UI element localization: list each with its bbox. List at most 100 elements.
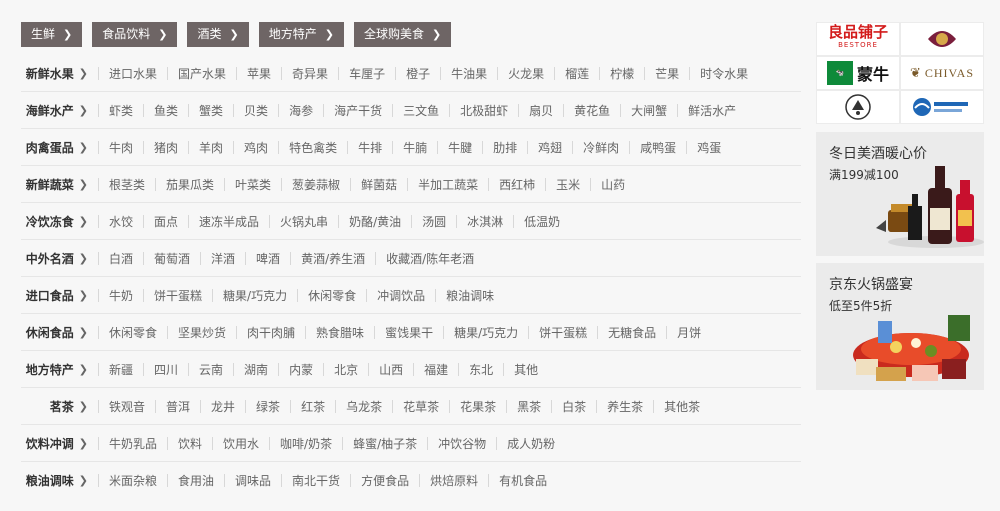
subcategory-link[interactable]: 扇贝 — [529, 102, 553, 119]
subcategory-link[interactable]: 绿茶 — [256, 398, 280, 415]
brand-logo-yanghe[interactable] — [900, 90, 984, 124]
subcategory-link[interactable]: 养生茶 — [607, 398, 643, 415]
subcategory-link[interactable]: 牛肉 — [109, 139, 133, 156]
subcategory-link[interactable]: 贝类 — [244, 102, 268, 119]
subcategory-link[interactable]: 调味品 — [235, 472, 271, 489]
subcategory-link[interactable]: 啤酒 — [256, 250, 280, 267]
subcategory-link[interactable]: 冰淇淋 — [467, 213, 503, 230]
category-row-title[interactable]: 茗茶 ❯ — [21, 398, 88, 415]
subcategory-link[interactable]: 叶菜类 — [235, 176, 271, 193]
promo-wine[interactable]: 冬日美酒暖心价 满199减100 — [816, 132, 984, 256]
subcategory-link[interactable]: 休闲零食 — [109, 324, 157, 341]
subcategory-link[interactable]: 新疆 — [109, 361, 133, 378]
subcategory-link[interactable]: 冲饮谷物 — [438, 435, 486, 452]
subcategory-link[interactable]: 低温奶 — [524, 213, 560, 230]
subcategory-link[interactable]: 其他茶 — [664, 398, 700, 415]
subcategory-link[interactable]: 冲调饮品 — [377, 287, 425, 304]
subcategory-link[interactable]: 东北 — [469, 361, 493, 378]
subcategory-link[interactable]: 苹果 — [247, 65, 271, 82]
subcategory-link[interactable]: 肋排 — [493, 139, 517, 156]
subcategory-link[interactable]: 其他 — [514, 361, 538, 378]
subcategory-link[interactable]: 方便食品 — [361, 472, 409, 489]
subcategory-link[interactable]: 肉干肉脯 — [247, 324, 295, 341]
subcategory-link[interactable]: 火锅丸串 — [280, 213, 328, 230]
subcategory-link[interactable]: 熟食腊味 — [316, 324, 364, 341]
subcategory-link[interactable]: 海参 — [289, 102, 313, 119]
subcategory-link[interactable]: 西红柿 — [499, 176, 535, 193]
subcategory-link[interactable]: 有机食品 — [499, 472, 547, 489]
subcategory-link[interactable]: 饮料 — [178, 435, 202, 452]
brand-logo-mengniu[interactable]: 🐄 蒙牛 — [816, 56, 900, 90]
subcategory-link[interactable]: 洋酒 — [211, 250, 235, 267]
category-row-title[interactable]: 新鲜水果 ❯ — [21, 65, 88, 82]
subcategory-link[interactable]: 奶酪/黄油 — [349, 213, 401, 230]
subcategory-link[interactable]: 茄果瓜类 — [166, 176, 214, 193]
subcategory-link[interactable]: 半加工蔬菜 — [418, 176, 478, 193]
subcategory-link[interactable]: 坚果炒货 — [178, 324, 226, 341]
subcategory-link[interactable]: 奇异果 — [292, 65, 328, 82]
category-row-title[interactable]: 休闲食品 ❯ — [21, 324, 88, 341]
subcategory-link[interactable]: 花草茶 — [403, 398, 439, 415]
brand-logo-liangpin[interactable]: 良品铺子 BESTORE — [816, 22, 900, 56]
subcategory-link[interactable]: 龙井 — [211, 398, 235, 415]
subcategory-link[interactable]: 牛奶 — [109, 287, 133, 304]
subcategory-link[interactable]: 无糖食品 — [608, 324, 656, 341]
subcategory-link[interactable]: 榴莲 — [565, 65, 589, 82]
subcategory-link[interactable]: 鲜菌菇 — [361, 176, 397, 193]
subcategory-link[interactable]: 橙子 — [406, 65, 430, 82]
subcategory-link[interactable]: 蜜饯果干 — [385, 324, 433, 341]
subcategory-link[interactable]: 牛排 — [358, 139, 382, 156]
category-row-title[interactable]: 粮油调味 ❯ — [21, 472, 88, 489]
subcategory-link[interactable]: 车厘子 — [349, 65, 385, 82]
subcategory-link[interactable]: 鲜活水产 — [688, 102, 736, 119]
subcategory-link[interactable]: 特色禽类 — [289, 139, 337, 156]
brand-logo-chivas[interactable]: ❦ CHIVAS — [900, 56, 984, 90]
subcategory-link[interactable]: 蟹类 — [199, 102, 223, 119]
subcategory-link[interactable]: 水饺 — [109, 213, 133, 230]
subcategory-link[interactable]: 柠檬 — [610, 65, 634, 82]
subcategory-link[interactable]: 鸡翅 — [538, 139, 562, 156]
subcategory-link[interactable]: 根茎类 — [109, 176, 145, 193]
subcategory-link[interactable]: 糖果/巧克力 — [454, 324, 518, 341]
subcategory-link[interactable]: 花果茶 — [460, 398, 496, 415]
category-tag[interactable]: 地方特产 ❯ — [258, 22, 344, 47]
subcategory-link[interactable]: 乌龙茶 — [346, 398, 382, 415]
subcategory-link[interactable]: 北极甜虾 — [460, 102, 508, 119]
subcategory-link[interactable]: 火龙果 — [508, 65, 544, 82]
subcategory-link[interactable]: 时令水果 — [700, 65, 748, 82]
category-tag[interactable]: 生鲜 ❯ — [21, 22, 83, 47]
subcategory-link[interactable]: 芒果 — [655, 65, 679, 82]
subcategory-link[interactable]: 牛腱 — [448, 139, 472, 156]
category-row-title[interactable]: 地方特产 ❯ — [21, 361, 88, 378]
subcategory-link[interactable]: 黄酒/养生酒 — [301, 250, 365, 267]
subcategory-link[interactable]: 福建 — [424, 361, 448, 378]
subcategory-link[interactable]: 蜂蜜/柚子茶 — [353, 435, 417, 452]
subcategory-link[interactable]: 白茶 — [562, 398, 586, 415]
subcategory-link[interactable]: 虾类 — [109, 102, 133, 119]
subcategory-link[interactable]: 鱼类 — [154, 102, 178, 119]
subcategory-link[interactable]: 咸鸭蛋 — [640, 139, 676, 156]
subcategory-link[interactable]: 咖啡/奶茶 — [280, 435, 332, 452]
subcategory-link[interactable]: 猪肉 — [154, 139, 178, 156]
subcategory-link[interactable]: 四川 — [154, 361, 178, 378]
subcategory-link[interactable]: 黄花鱼 — [574, 102, 610, 119]
subcategory-link[interactable]: 鸡肉 — [244, 139, 268, 156]
subcategory-link[interactable]: 糖果/巧克力 — [223, 287, 287, 304]
subcategory-link[interactable]: 普洱 — [166, 398, 190, 415]
category-tag[interactable]: 食品饮料 ❯ — [92, 22, 178, 47]
subcategory-link[interactable]: 鸡蛋 — [697, 139, 721, 156]
category-tag[interactable]: 全球购美食 ❯ — [353, 22, 452, 47]
promo-hotpot[interactable]: 京东火锅盛宴 低至5件5折 — [816, 263, 984, 390]
subcategory-link[interactable]: 大闸蟹 — [631, 102, 667, 119]
subcategory-link[interactable]: 黑茶 — [517, 398, 541, 415]
category-row-title[interactable]: 海鲜水产 ❯ — [21, 102, 88, 119]
subcategory-link[interactable]: 牛油果 — [451, 65, 487, 82]
subcategory-link[interactable]: 饮用水 — [223, 435, 259, 452]
subcategory-link[interactable]: 烘焙原料 — [430, 472, 478, 489]
subcategory-link[interactable]: 葱姜蒜椒 — [292, 176, 340, 193]
category-row-title[interactable]: 进口食品 ❯ — [21, 287, 88, 304]
subcategory-link[interactable]: 牛腩 — [403, 139, 427, 156]
subcategory-link[interactable]: 饼干蛋糕 — [154, 287, 202, 304]
category-row-title[interactable]: 新鲜蔬菜 ❯ — [21, 176, 88, 193]
subcategory-link[interactable]: 南北干货 — [292, 472, 340, 489]
